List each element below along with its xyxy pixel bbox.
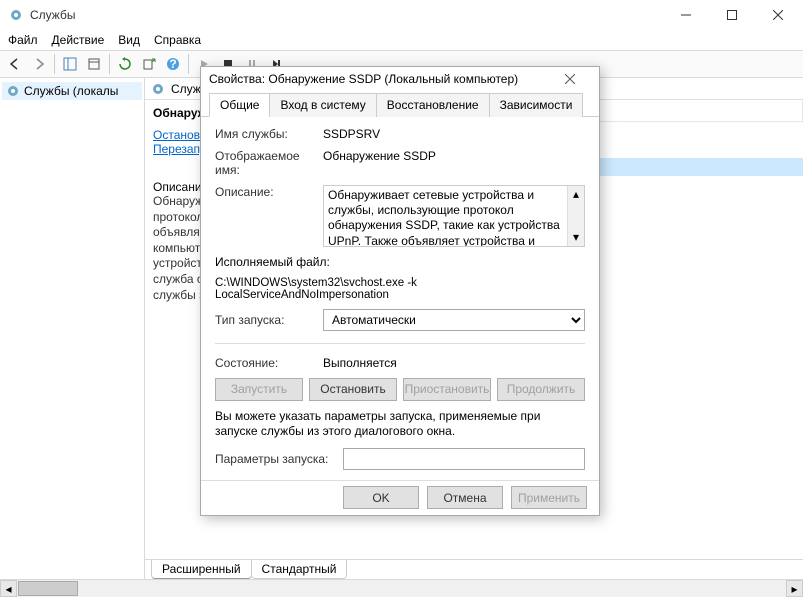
menu-file[interactable]: Файл <box>8 33 38 47</box>
menu-action[interactable]: Действие <box>52 33 105 47</box>
menu-view[interactable]: Вид <box>118 33 140 47</box>
desc-scrollbar[interactable]: ▴ ▾ <box>567 186 584 246</box>
help-button[interactable]: ? <box>162 53 184 75</box>
scroll-up-icon[interactable]: ▴ <box>568 186 584 203</box>
start-button[interactable]: Запустить <box>215 378 303 401</box>
exe-label: Исполняемый файл: <box>215 255 585 269</box>
disp-name-value: Обнаружение SSDP <box>323 149 585 163</box>
tree-root-label: Службы (локалы <box>24 84 118 98</box>
menubar: Файл Действие Вид Справка <box>0 30 803 50</box>
svc-name-value: SSDPSRV <box>323 127 585 141</box>
apply-button[interactable]: Применить <box>511 486 587 509</box>
tab-logon[interactable]: Вход в систему <box>269 93 376 117</box>
tree-pane: Службы (локалы <box>0 78 145 579</box>
startup-label: Тип запуска: <box>215 313 315 327</box>
svg-text:?: ? <box>169 57 176 71</box>
tab-extended[interactable]: Расширенный <box>151 560 252 579</box>
minimize-button[interactable] <box>663 0 709 30</box>
desc-box: Обнаруживает сетевые устройства и службы… <box>323 185 585 247</box>
menu-help[interactable]: Справка <box>154 33 201 47</box>
state-label: Состояние: <box>215 356 315 370</box>
desc-label: Описание: <box>215 185 315 199</box>
dialog-title: Свойства: Обнаружение SSDP (Локальный ко… <box>209 72 565 86</box>
forward-button[interactable] <box>28 53 50 75</box>
startup-select[interactable]: Автоматически <box>323 309 585 331</box>
tab-dependencies[interactable]: Зависимости <box>489 93 584 117</box>
dialog-titlebar: Свойства: Обнаружение SSDP (Локальный ко… <box>201 67 599 92</box>
dialog-close-button[interactable] <box>565 74 591 84</box>
disp-name-label: Отображаемое имя: <box>215 149 315 177</box>
tab-recovery[interactable]: Восстановление <box>376 93 490 117</box>
refresh-button[interactable] <box>114 53 136 75</box>
scroll-left-button[interactable]: ◂ <box>0 580 17 597</box>
back-button[interactable] <box>4 53 26 75</box>
cancel-button[interactable]: Отмена <box>427 486 503 509</box>
properties-button[interactable] <box>83 53 105 75</box>
tree-root-item[interactable]: Службы (локалы <box>2 82 142 100</box>
tab-general[interactable]: Общие <box>209 93 270 117</box>
exe-value: C:\WINDOWS\system32\svchost.exe -k Local… <box>215 277 585 301</box>
bottom-tabs: Расширенный Стандартный <box>145 559 803 579</box>
params-input[interactable] <box>343 448 585 470</box>
maximize-button[interactable] <box>709 0 755 30</box>
pause-button[interactable]: Приостановить <box>403 378 491 401</box>
scroll-right-button[interactable]: ▸ <box>786 580 803 597</box>
params-hint: Вы можете указать параметры запуска, при… <box>215 409 585 440</box>
resume-button[interactable]: Продолжить <box>497 378 585 401</box>
dialog-tabs: Общие Вход в систему Восстановление Зави… <box>201 92 599 117</box>
app-icon <box>8 7 24 23</box>
scrollbar-horizontal[interactable]: ◂ ▸ <box>0 579 803 597</box>
params-label: Параметры запуска: <box>215 452 335 466</box>
scroll-thumb[interactable] <box>18 581 78 596</box>
gear-icon <box>6 84 20 98</box>
state-value: Выполняется <box>323 356 585 370</box>
stop-button[interactable]: Остановить <box>309 378 397 401</box>
window-title: Службы <box>30 8 663 22</box>
show-hide-tree-button[interactable] <box>59 53 81 75</box>
close-button[interactable] <box>755 0 801 30</box>
svc-name-label: Имя службы: <box>215 127 315 141</box>
scroll-down-icon[interactable]: ▾ <box>568 229 584 246</box>
tab-standard[interactable]: Стандартный <box>251 560 348 579</box>
titlebar: Службы <box>0 0 803 30</box>
desc-text: Обнаруживает сетевые устройства и службы… <box>328 188 560 247</box>
properties-dialog: Свойства: Обнаружение SSDP (Локальный ко… <box>200 66 600 516</box>
ok-button[interactable]: OK <box>343 486 419 509</box>
export-button[interactable] <box>138 53 160 75</box>
gear-icon <box>151 82 165 96</box>
